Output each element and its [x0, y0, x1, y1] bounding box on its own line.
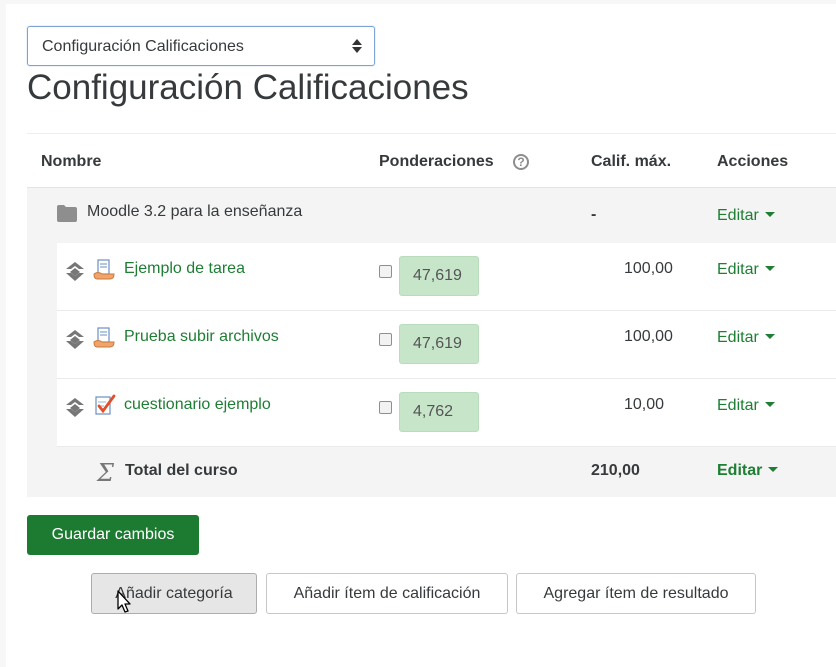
- item-edit-menu[interactable]: Editar: [717, 329, 775, 347]
- item-max-grade: 100,00: [624, 260, 673, 277]
- move-icon[interactable]: [65, 261, 85, 283]
- item-edit-menu[interactable]: Editar: [717, 397, 775, 415]
- weight-input[interactable]: 47,619: [399, 324, 479, 364]
- item-edit-menu[interactable]: Editar: [717, 261, 775, 279]
- sigma-icon: Σ: [97, 459, 114, 487]
- page-title: Configuración Calificaciones: [27, 68, 469, 107]
- table-row: Ejemplo de tarea 47,619 100,00 Editar: [57, 243, 836, 311]
- mouse-cursor-icon: [117, 590, 131, 613]
- weight-override-checkbox[interactable]: [379, 265, 392, 278]
- quiz-icon: [95, 394, 116, 415]
- chevron-down-icon: [764, 266, 775, 271]
- category-max-grade: -: [591, 206, 597, 223]
- add-grade-item-button[interactable]: Añadir ítem de calificación: [266, 573, 508, 614]
- header-actions: Acciones: [717, 153, 789, 170]
- assignment-icon: [93, 259, 115, 280]
- item-edit-label: Editar: [717, 397, 759, 414]
- weight-override-checkbox[interactable]: [379, 401, 392, 414]
- category-edit-menu[interactable]: Editar: [717, 207, 775, 225]
- gradebook-setup-select[interactable]: Configuración Calificaciones: [27, 26, 375, 66]
- category-indent: [27, 243, 57, 447]
- header-max-grade: Calif. máx.: [591, 153, 672, 170]
- page: Configuración Calificaciones Configuraci…: [6, 4, 836, 667]
- weight-input[interactable]: 4,762: [399, 392, 479, 432]
- item-name-link[interactable]: Ejemplo de tarea: [124, 260, 245, 278]
- category-edit-label: Editar: [717, 207, 759, 224]
- chevron-down-icon: [764, 334, 775, 339]
- chevron-down-icon: [768, 467, 779, 472]
- table-row: cuestionario ejemplo 4,762 10,00 Editar: [57, 379, 836, 447]
- header-name: Nombre: [41, 153, 102, 170]
- weight-override-checkbox[interactable]: [379, 333, 392, 346]
- move-icon[interactable]: [65, 329, 85, 351]
- item-edit-label: Editar: [717, 261, 759, 278]
- course-total-name: Total del curso: [125, 462, 238, 479]
- course-total-row: Σ Total del curso 210,00 Editar: [27, 447, 836, 497]
- help-icon[interactable]: ?: [513, 154, 529, 170]
- item-name-link[interactable]: Prueba subir archivos: [124, 328, 279, 346]
- course-total-edit-menu[interactable]: Editar: [717, 462, 779, 480]
- save-changes-button[interactable]: Guardar cambios: [27, 515, 199, 555]
- weight-input[interactable]: 47,619: [399, 256, 479, 296]
- assignment-icon: [93, 327, 115, 348]
- item-edit-label: Editar: [717, 329, 759, 346]
- add-category-button[interactable]: Añadir categoría: [91, 573, 257, 614]
- header-weights: Ponderaciones: [379, 153, 494, 170]
- category-name: Moodle 3.2 para la enseñanza: [87, 203, 303, 220]
- select-arrows-icon: [352, 39, 362, 53]
- chevron-down-icon: [764, 212, 775, 217]
- table-row: Prueba subir archivos 47,619 100,00 Edit…: [57, 311, 836, 379]
- grade-setup-table: Nombre Ponderaciones ? Calif. máx. Accio…: [27, 133, 836, 497]
- folder-icon: [57, 205, 77, 222]
- course-total-edit-label: Editar: [717, 462, 763, 479]
- chevron-down-icon: [764, 402, 775, 407]
- item-name-link[interactable]: cuestionario ejemplo: [124, 396, 271, 414]
- add-outcome-item-button[interactable]: Agregar ítem de resultado: [516, 573, 756, 614]
- move-icon[interactable]: [65, 397, 85, 419]
- category-row: Moodle 3.2 para la enseñanza - Editar: [27, 188, 836, 243]
- select-value: Configuración Calificaciones: [42, 38, 244, 55]
- table-header: Nombre Ponderaciones ? Calif. máx. Accio…: [27, 133, 836, 188]
- course-total-max-grade: 210,00: [591, 462, 640, 479]
- item-max-grade: 100,00: [624, 328, 673, 345]
- item-max-grade: 10,00: [624, 396, 665, 413]
